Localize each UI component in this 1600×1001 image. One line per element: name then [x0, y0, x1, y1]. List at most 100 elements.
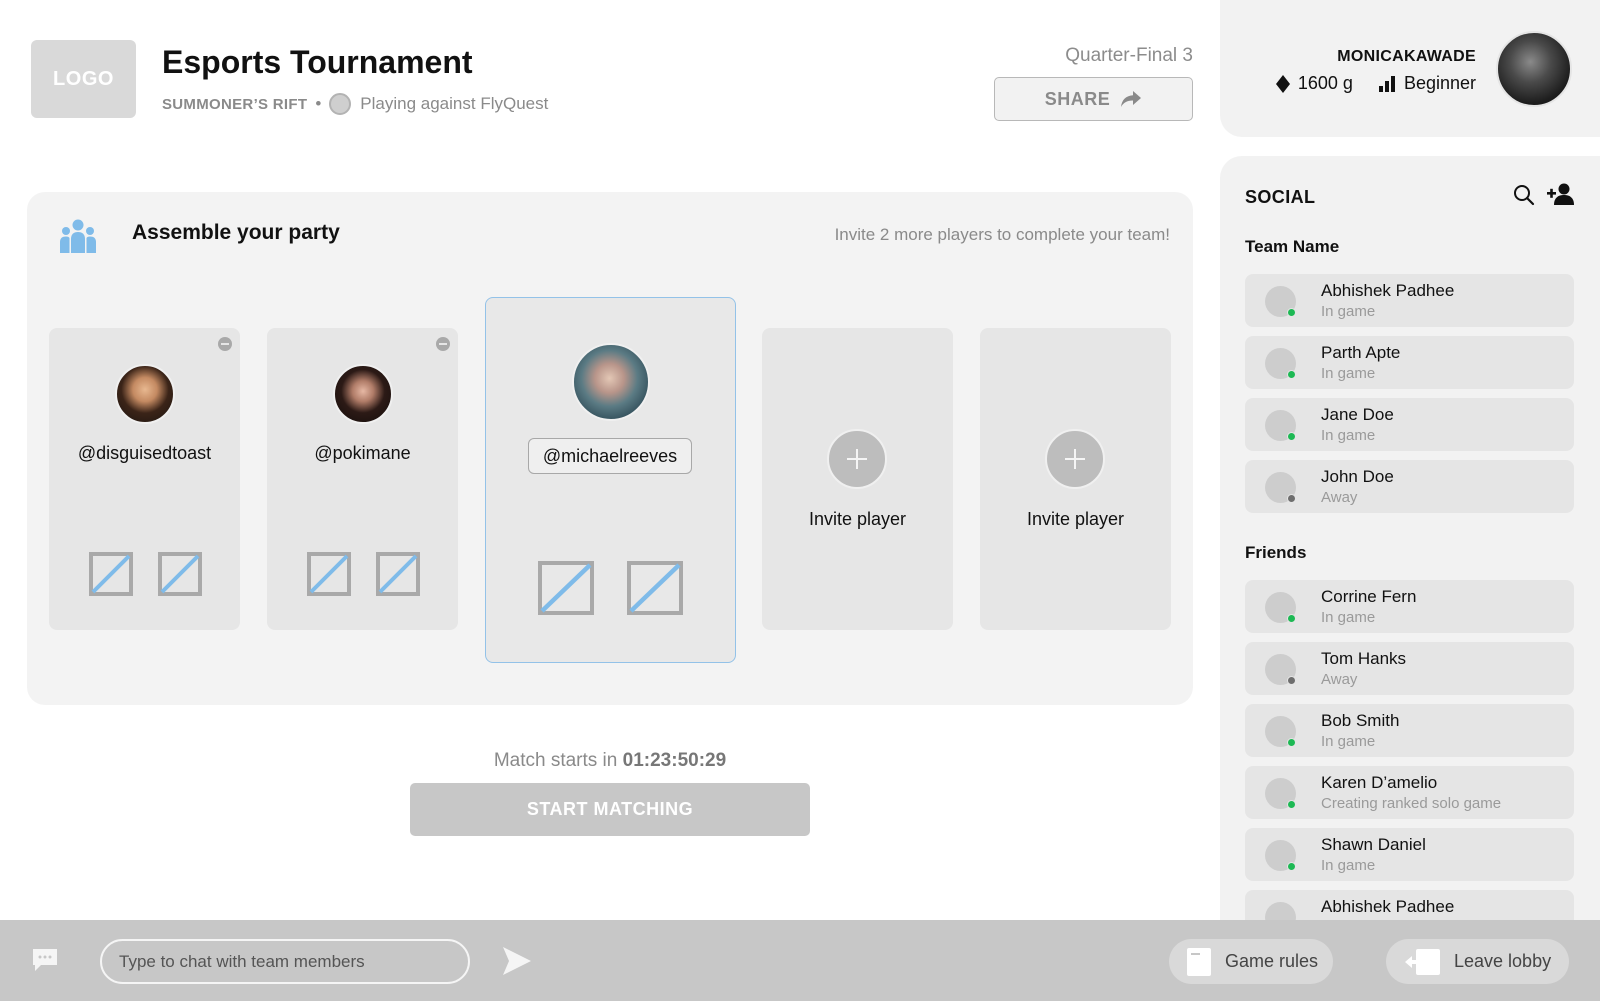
player-card[interactable]: @disguisedtoast	[49, 328, 240, 630]
role-slot-icon[interactable]	[89, 552, 133, 596]
match-round-label: Quarter-Final 3	[1065, 45, 1193, 66]
signal-bars-icon	[1378, 75, 1395, 92]
member-name: Jane Doe	[1321, 405, 1394, 424]
member-name: Parth Apte	[1321, 343, 1401, 362]
status-online-dot	[1287, 738, 1296, 747]
player-card[interactable]: @pokimane	[267, 328, 458, 630]
game-rules-label: Game rules	[1225, 951, 1319, 971]
status-online-dot	[1287, 308, 1296, 317]
countdown-timer: 01:23:50:29	[622, 750, 727, 771]
role-slot-icon[interactable]	[307, 552, 351, 596]
status-away-dot	[1287, 676, 1296, 685]
player-avatar	[115, 364, 175, 424]
profile-stats: 1600 g Beginner	[1275, 73, 1476, 94]
profile-username: MONICAKAWADE	[1337, 48, 1476, 65]
separator-dot: •	[315, 94, 322, 113]
share-button[interactable]: SHARE	[994, 77, 1193, 121]
profile-rank: Beginner	[1403, 73, 1476, 93]
player-card-selected[interactable]: @michaelreeves	[485, 297, 736, 663]
member-status: In game	[1321, 303, 1376, 320]
leave-lobby-button[interactable]: Leave lobby	[1386, 939, 1569, 984]
friend-item[interactable]: Corrine Fern In game	[1245, 580, 1574, 633]
status-online-dot	[1287, 432, 1296, 441]
status-online-dot	[1287, 370, 1296, 379]
remove-player-icon[interactable]	[218, 337, 232, 351]
invite-player-card[interactable]: Invite player	[762, 328, 953, 630]
member-status: In game	[1321, 427, 1376, 444]
invite-player-card[interactable]: Invite player	[980, 328, 1171, 630]
profile-card: MONICAKAWADE 1600 g Beginner	[1220, 0, 1600, 137]
page-title: Esports Tournament	[162, 44, 473, 80]
plus-icon[interactable]	[1045, 429, 1105, 489]
opponent-text: Playing against FlyQuest	[360, 94, 549, 113]
profile-gold: 1600 g	[1297, 73, 1353, 93]
chat-bubble-icon[interactable]	[31, 947, 59, 973]
friend-status: Creating ranked solo game	[1321, 795, 1502, 812]
game-rules-button[interactable]: Game rules	[1169, 939, 1333, 984]
social-title: SOCIAL	[1245, 187, 1316, 207]
friend-status: Away	[1321, 671, 1358, 688]
team-member[interactable]: Jane Doe In game	[1245, 398, 1574, 451]
member-status: Away	[1321, 489, 1358, 506]
search-icon[interactable]	[1513, 184, 1535, 206]
exit-icon	[1405, 948, 1440, 975]
map-name: SUMMONER’S RIFT	[162, 95, 308, 113]
party-hint: Invite 2 more players to complete your t…	[834, 225, 1170, 244]
role-slot-icon[interactable]	[538, 561, 594, 615]
team-group-label: Team Name	[1245, 237, 1340, 256]
logo: LOGO	[31, 40, 136, 118]
friend-name: Abhishek Padhee	[1321, 897, 1455, 916]
send-icon[interactable]	[502, 946, 532, 976]
player-avatar	[572, 343, 650, 421]
member-status: In game	[1321, 365, 1376, 382]
friend-name: Karen D’amelio	[1321, 773, 1438, 792]
role-slot-icon[interactable]	[376, 552, 420, 596]
friend-status: In game	[1321, 609, 1376, 626]
player-handle-box[interactable]: @michaelreeves	[528, 438, 692, 474]
role-slot-icon[interactable]	[627, 561, 683, 615]
plus-icon[interactable]	[827, 429, 887, 489]
party-title: Assemble your party	[132, 221, 340, 244]
role-slot-icon[interactable]	[158, 552, 202, 596]
start-matching-button[interactable]: START MATCHING	[410, 783, 810, 836]
party-panel: Assemble your party Invite 2 more player…	[27, 192, 1193, 705]
opponent-team-icon	[329, 93, 352, 115]
team-member[interactable]: Parth Apte In game	[1245, 336, 1574, 389]
bottom-bar: Game rules Leave lobby	[0, 920, 1600, 1001]
social-panel: SOCIAL Team Name Abhishek Padhee In game…	[1220, 156, 1600, 926]
friend-name: Bob Smith	[1321, 711, 1400, 730]
friend-status: In game	[1321, 857, 1376, 874]
friend-status: In game	[1321, 733, 1376, 750]
invite-player-label: Invite player	[1026, 509, 1125, 529]
friend-name: Corrine Fern	[1321, 587, 1417, 606]
friend-item[interactable]: Karen D’amelio Creating ranked solo game	[1245, 766, 1574, 819]
player-avatar	[333, 364, 393, 424]
status-away-dot	[1287, 494, 1296, 503]
profile-avatar[interactable]	[1496, 31, 1572, 107]
friend-item[interactable]: Shawn Daniel In game	[1245, 828, 1574, 881]
document-icon	[1187, 947, 1211, 976]
remove-player-icon[interactable]	[436, 337, 450, 351]
share-arrow-icon	[1121, 91, 1142, 107]
match-subtitle: SUMMONER’S RIFT • Playing against FlyQue…	[162, 93, 548, 115]
team-member[interactable]: John Doe Away	[1245, 460, 1574, 513]
add-friend-icon[interactable]	[1547, 182, 1575, 206]
team-member[interactable]: Abhishek Padhee In game	[1245, 274, 1574, 327]
player-handle: @disguisedtoast	[77, 443, 212, 463]
status-online-dot	[1287, 862, 1296, 871]
invite-player-label: Invite player	[808, 509, 907, 529]
friend-name: Tom Hanks	[1321, 649, 1407, 668]
friend-item[interactable]: Bob Smith In game	[1245, 704, 1574, 757]
member-name: John Doe	[1321, 467, 1394, 486]
chat-input[interactable]	[100, 939, 470, 984]
diamond-icon	[1275, 74, 1290, 93]
friend-item[interactable]: Tom Hanks Away	[1245, 642, 1574, 695]
countdown-prefix: Match starts in	[493, 750, 618, 771]
friends-group-label: Friends	[1245, 543, 1307, 562]
leave-lobby-label: Leave lobby	[1454, 951, 1552, 971]
share-button-label: SHARE	[1044, 88, 1111, 109]
player-handle: @michaelreeves	[542, 445, 678, 466]
member-name: Abhishek Padhee	[1321, 281, 1455, 300]
friend-name: Shawn Daniel	[1321, 835, 1426, 854]
player-handle: @pokimane	[314, 443, 411, 463]
